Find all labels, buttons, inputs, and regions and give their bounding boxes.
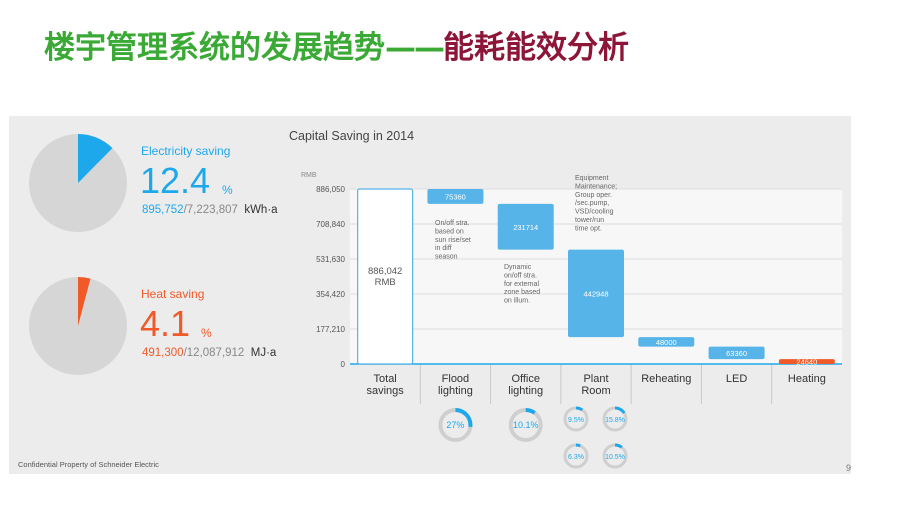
bar-value-label: 75360: [445, 192, 466, 201]
category-label: Reheating: [641, 373, 691, 385]
ring-label: 10.1%: [513, 420, 539, 430]
chart-title: Capital Saving in 2014: [289, 129, 414, 143]
y-axis-unit: RMB: [301, 172, 317, 179]
ring-label: 27%: [446, 420, 464, 430]
category-label: Total savings: [366, 373, 404, 397]
category-label: Heating: [788, 373, 826, 385]
bar-value-label: 231714: [513, 223, 538, 232]
category-label: Office lighting: [508, 373, 543, 397]
category-label: Plant Room: [581, 373, 610, 397]
footer-text: Confidential Property of Schneider Elect…: [18, 460, 159, 469]
bar-value-label: 63360: [726, 349, 747, 358]
ring-label: 15.8%: [605, 417, 625, 424]
y-tick-label: 354,420: [316, 290, 345, 299]
y-tick-label: 886,050: [316, 185, 345, 194]
bar-value-label: 48000: [656, 338, 677, 347]
page-number: 9: [846, 463, 852, 473]
ring-label: 6.3%: [568, 454, 584, 461]
capital-saving-chart: Capital Saving in 2014 RMB 886,050 708,84…: [289, 129, 842, 469]
category-label: Flood lighting: [438, 373, 473, 397]
y-tick-label: 708,840: [316, 220, 345, 229]
y-tick-label: 0: [341, 360, 346, 369]
ring-label: 10.5%: [605, 454, 625, 461]
bar-value-label: 442948: [583, 289, 608, 298]
y-tick-label: 177,210: [316, 325, 345, 334]
ring-label: 9.5%: [568, 417, 584, 424]
bar-value-label: 24640: [796, 358, 817, 367]
category-label: LED: [726, 373, 747, 385]
y-tick-label: 531,630: [316, 255, 345, 264]
